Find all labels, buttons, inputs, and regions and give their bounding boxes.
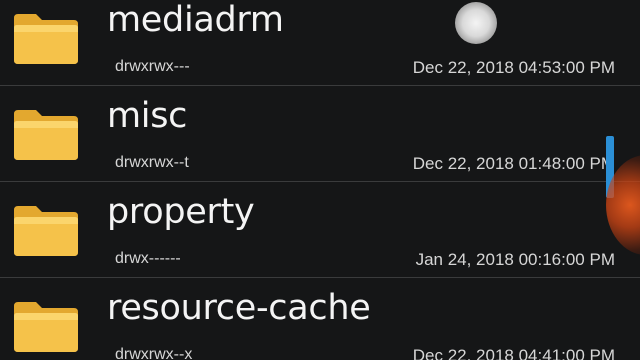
file-name: mediadrm [107, 0, 284, 40]
file-modified-date: Dec 22, 2018 01:48:00 PM [412, 154, 615, 173]
folder-icon [14, 206, 78, 256]
folder-icon [14, 14, 78, 64]
file-permissions: drwx------ [115, 250, 181, 267]
list-item-resource-cache[interactable]: resource-cache drwxrwx--x Dec 22, 2018 0… [0, 278, 640, 360]
file-modified-date: Dec 22, 2018 04:41:00 PM [412, 346, 615, 360]
folder-icon [14, 110, 78, 160]
file-modified-date: Jan 24, 2018 00:16:00 PM [415, 250, 615, 269]
file-permissions: drwxrwx--- [115, 58, 190, 75]
file-permissions: drwxrwx--x [115, 346, 193, 360]
list-item-mediadrm[interactable]: mediadrm drwxrwx--- Dec 22, 2018 04:53:0… [0, 0, 640, 86]
file-name: misc [107, 96, 188, 136]
file-list: mediadrm drwxrwx--- Dec 22, 2018 04:53:0… [0, 0, 640, 360]
file-name: property [107, 192, 255, 232]
file-browser-screen: mediadrm drwxrwx--- Dec 22, 2018 04:53:0… [0, 0, 640, 360]
file-permissions: drwxrwx--t [115, 154, 189, 171]
file-modified-date: Dec 22, 2018 04:53:00 PM [412, 58, 615, 77]
touch-indicator [455, 2, 497, 44]
list-item-property[interactable]: property drwx------ Jan 24, 2018 00:16:0… [0, 182, 640, 278]
folder-icon [14, 302, 78, 352]
file-name: resource-cache [107, 288, 371, 328]
list-item-misc[interactable]: misc drwxrwx--t Dec 22, 2018 01:48:00 PM [0, 86, 640, 182]
